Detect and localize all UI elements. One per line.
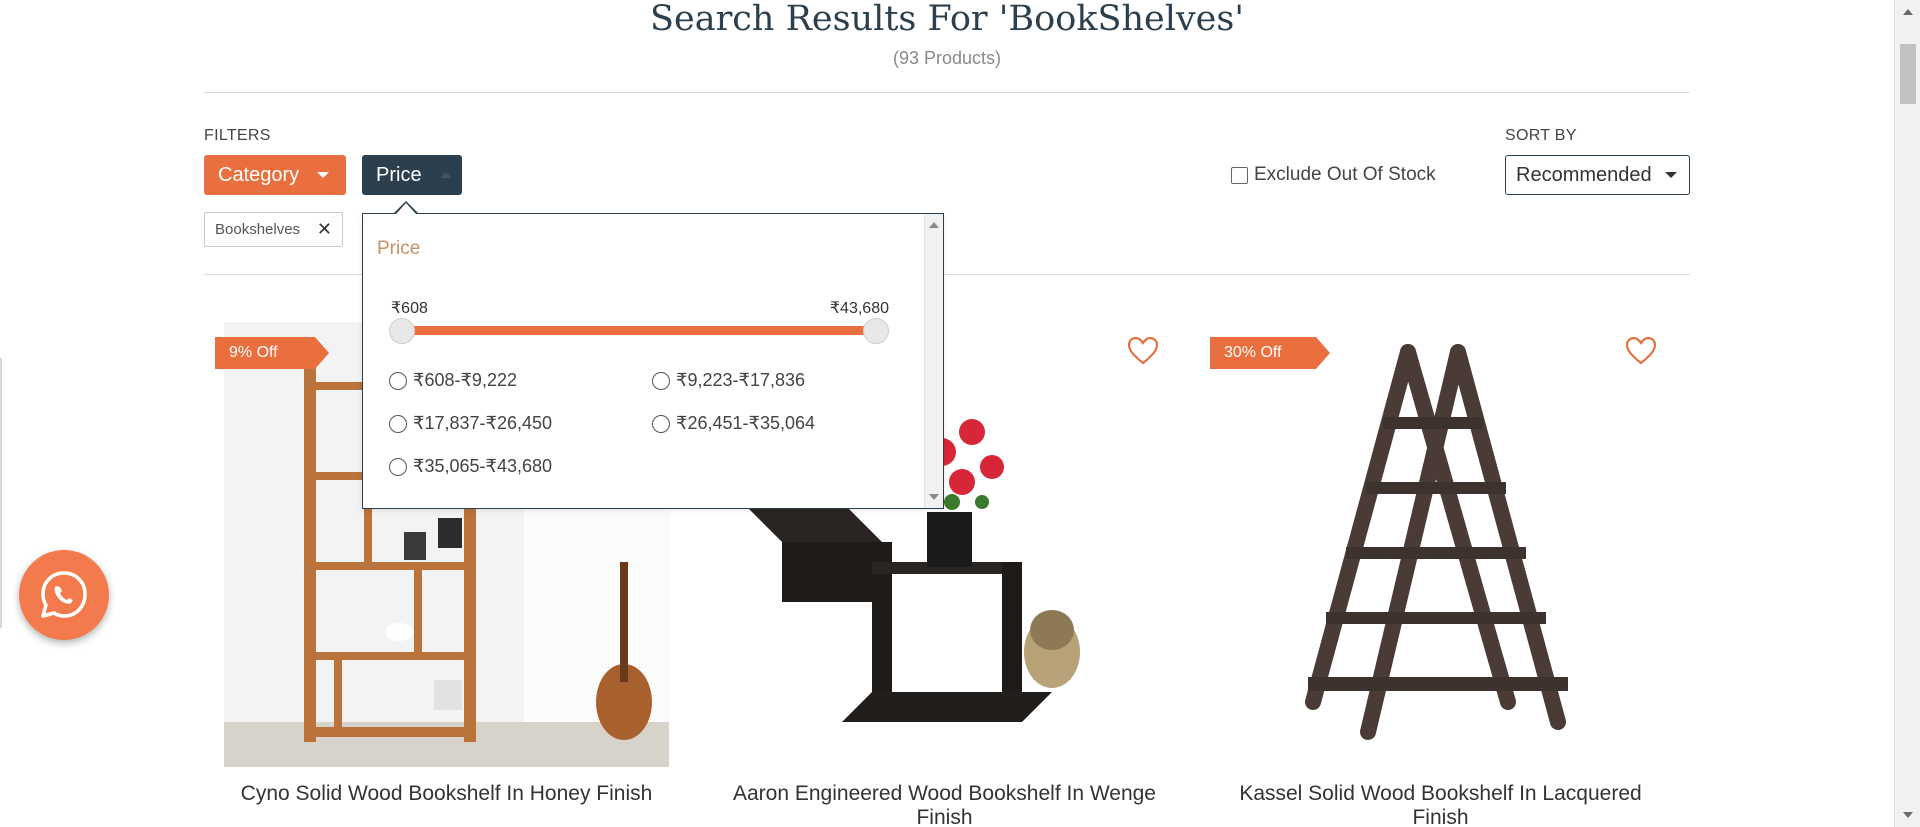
price-range-label: ₹17,837-₹26,450 — [413, 413, 553, 433]
price-range-max: ₹43,680 — [829, 300, 889, 317]
price-slider-min-handle[interactable] — [389, 318, 415, 344]
price-slider-track[interactable] — [399, 326, 883, 335]
chevron-down-icon — [317, 172, 330, 178]
page-scrollbar[interactable] — [1894, 0, 1920, 827]
price-dropdown: Price ₹608 ₹43,680 ₹608-₹9,222 ₹9,223-₹1… — [362, 213, 944, 509]
dropdown-scrollbar[interactable] — [924, 214, 943, 508]
sort-selected-value: Recommended — [1516, 163, 1652, 186]
page-title: Search Results For 'BookShelves' — [650, 0, 1244, 39]
price-range-min: ₹608 — [391, 300, 428, 317]
price-range-option[interactable]: ₹9,223-₹17,836 — [652, 370, 805, 391]
product-title[interactable]: Kassel Solid Wood Bookshelf In Lacquered… — [1218, 782, 1663, 827]
price-filter-button[interactable]: Price — [362, 155, 462, 195]
whatsapp-icon — [41, 571, 87, 618]
price-filter-label: Price — [376, 163, 422, 186]
chevron-up-icon — [439, 172, 452, 178]
category-filter-button[interactable]: Category — [204, 155, 346, 195]
price-range-option[interactable]: ₹17,837-₹26,450 — [389, 413, 552, 434]
category-filter-label: Category — [218, 163, 300, 186]
product-count: (93 Products) — [892, 48, 1002, 68]
price-range-label: ₹608-₹9,222 — [413, 370, 517, 390]
sort-by-label: SORT BY — [1505, 127, 1577, 144]
close-icon[interactable]: ✕ — [317, 219, 332, 240]
product-image[interactable] — [1218, 322, 1663, 767]
scroll-up-arrow-icon[interactable] — [1903, 9, 1913, 15]
filters-label: FILTERS — [204, 127, 271, 144]
radio-button[interactable] — [389, 371, 407, 390]
price-range-option[interactable]: ₹608-₹9,222 — [389, 370, 517, 391]
price-range-option[interactable]: ₹35,065-₹43,680 — [389, 456, 552, 477]
radio-button[interactable] — [652, 414, 670, 433]
scroll-down-arrow-icon[interactable] — [1903, 812, 1913, 818]
price-range-label: ₹35,065-₹43,680 — [413, 456, 553, 476]
scrollbar-thumb[interactable] — [1900, 44, 1916, 104]
price-range-label: ₹9,223-₹17,836 — [676, 370, 805, 390]
chevron-down-icon — [1665, 172, 1677, 178]
heart-icon[interactable] — [1625, 336, 1657, 366]
chip-label: Bookshelves — [215, 221, 301, 238]
exclude-out-of-stock[interactable]: Exclude Out Of Stock — [1231, 164, 1436, 186]
scroll-down-arrow-icon[interactable] — [929, 494, 939, 500]
price-range-option[interactable]: ₹26,451-₹35,064 — [652, 413, 815, 434]
whatsapp-button[interactable] — [19, 550, 109, 640]
divider-top — [204, 92, 1690, 93]
discount-badge: 30% Off — [1210, 337, 1330, 369]
exclude-checkbox[interactable] — [1231, 166, 1248, 184]
radio-button[interactable] — [389, 414, 407, 433]
discount-badge: 9% Off — [215, 337, 329, 369]
sort-select[interactable]: Recommended — [1505, 155, 1690, 195]
radio-button[interactable] — [652, 371, 670, 390]
price-range-label: ₹26,451-₹35,064 — [676, 413, 816, 433]
radio-button[interactable] — [389, 457, 407, 476]
active-filter-chip: Bookshelves ✕ — [204, 212, 343, 247]
product-title[interactable]: Aaron Engineered Wood Bookshelf In Wenge… — [722, 782, 1167, 827]
page: Search Results For 'BookShelves' (93 Pro… — [0, 0, 1920, 827]
dropdown-pointer-inner — [396, 203, 416, 214]
bookshelf-image-lacquered — [1218, 322, 1663, 767]
product-title[interactable]: Cyno Solid Wood Bookshelf In Honey Finis… — [224, 782, 669, 806]
scroll-up-arrow-icon[interactable] — [929, 222, 939, 228]
price-slider-max-handle[interactable] — [863, 318, 889, 344]
heart-icon[interactable] — [1127, 336, 1159, 366]
exclude-label: Exclude Out Of Stock — [1254, 164, 1436, 185]
left-edge-tab — [0, 358, 2, 628]
price-dropdown-title: Price — [377, 238, 421, 259]
